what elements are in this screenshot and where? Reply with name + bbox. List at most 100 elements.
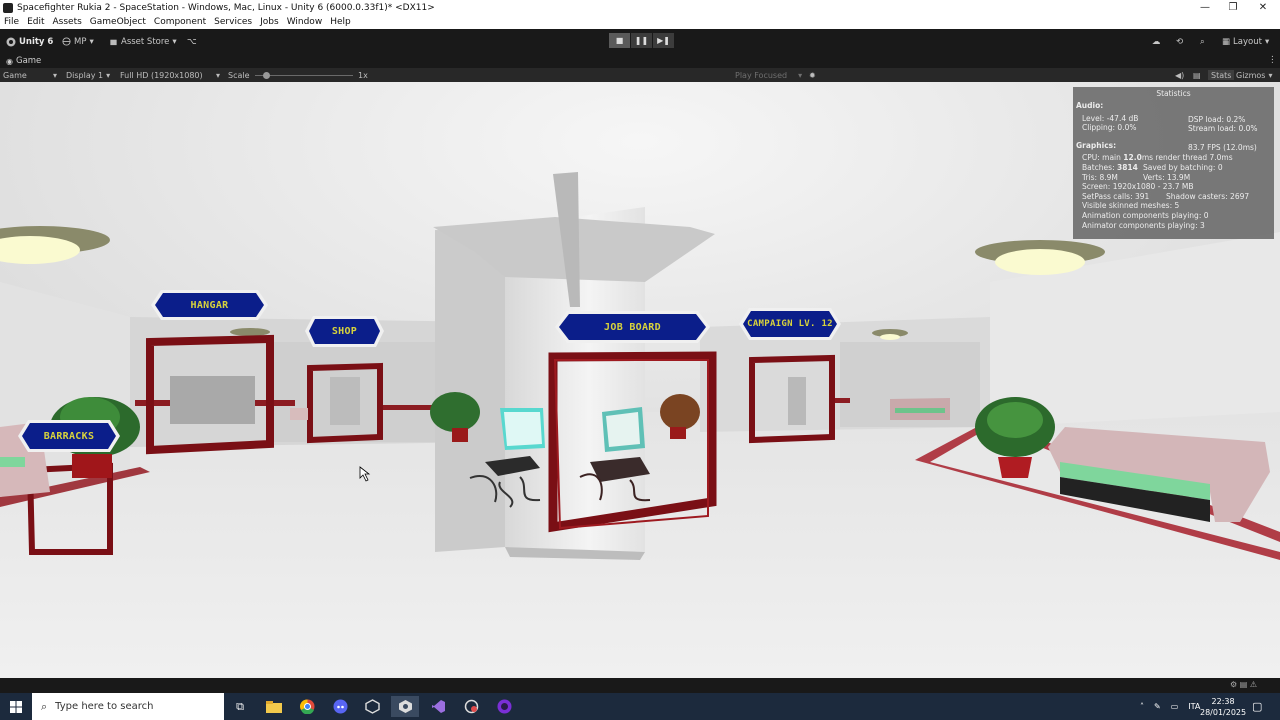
gizmos-toggle[interactable]: Gizmos ▾ bbox=[1236, 70, 1273, 80]
app-circle-icon bbox=[464, 699, 478, 714]
cpu-main: 12.0 bbox=[1123, 153, 1142, 162]
chevron-down-icon: ▾ bbox=[53, 70, 58, 80]
statistics-panel: Statistics Audio: Level: -47.4 dB Clippi… bbox=[1073, 87, 1274, 239]
asset-store-button[interactable]: Asset Store ▾ bbox=[109, 35, 177, 48]
notifications-button[interactable]: ▢ bbox=[1252, 693, 1262, 720]
sign-job-board[interactable]: JOB BOARD bbox=[553, 309, 712, 345]
sign-shop[interactable]: SHOP bbox=[303, 314, 386, 349]
sign-barracks[interactable]: BARRACKS bbox=[16, 418, 122, 454]
chevron-down-icon: ▾ bbox=[1268, 70, 1273, 80]
layout-dropdown[interactable]: ▦ Layout ▾ bbox=[1222, 35, 1269, 48]
visual-studio-button[interactable] bbox=[424, 696, 452, 717]
version-control-button[interactable]: ⌥ bbox=[187, 35, 197, 48]
menu-bar: File Edit Assets GameObject Component Se… bbox=[0, 15, 1280, 29]
layout-icon: ▦ bbox=[1222, 36, 1231, 47]
stop-button[interactable]: ■ bbox=[609, 33, 630, 48]
start-button[interactable] bbox=[2, 696, 30, 717]
menu-window[interactable]: Window bbox=[283, 17, 327, 27]
chevron-down-icon: ▾ bbox=[172, 36, 177, 47]
chevron-down-icon: ▾ bbox=[216, 70, 221, 80]
gamepad-icon: ◉ bbox=[6, 56, 13, 66]
sign-job-board-label: JOB BOARD bbox=[604, 321, 661, 333]
stats-toggle[interactable]: Stats bbox=[1208, 70, 1235, 80]
chevron-down-icon: ▾ bbox=[89, 36, 94, 47]
batches-prefix: Batches: bbox=[1082, 163, 1117, 172]
batches-value: 3814 bbox=[1117, 163, 1138, 172]
scale-slider-thumb[interactable] bbox=[263, 72, 270, 79]
taskbar-search-placeholder: Type here to search bbox=[55, 701, 154, 712]
sign-barracks-label: BARRACKS bbox=[43, 430, 95, 442]
task-view-button[interactable]: ⧉ bbox=[226, 696, 254, 717]
menu-help[interactable]: Help bbox=[326, 17, 355, 27]
cloud-button[interactable]: ☁ bbox=[1152, 35, 1161, 48]
animation-readout: Animation components playing: 0 bbox=[1082, 211, 1209, 220]
tab-menu-button[interactable]: ⋮ bbox=[1268, 55, 1277, 65]
play-focused-dropdown[interactable]: Play Focused ▾ bbox=[735, 70, 802, 80]
sign-hangar[interactable]: HANGAR bbox=[149, 288, 270, 322]
layout-label: Layout bbox=[1233, 36, 1262, 47]
menu-services[interactable]: Services bbox=[210, 17, 256, 27]
pen-icon[interactable]: ✎ bbox=[1154, 702, 1161, 711]
menu-gameobject[interactable]: GameObject bbox=[86, 17, 150, 27]
unity-icon bbox=[398, 700, 412, 713]
globe-icon bbox=[62, 37, 71, 46]
sign-hangar-label: HANGAR bbox=[190, 299, 229, 311]
chevron-down-icon: ▾ bbox=[1264, 36, 1270, 47]
clock-time: 22:38 bbox=[1211, 696, 1235, 706]
menu-component[interactable]: Component bbox=[150, 17, 210, 27]
minimize-button[interactable]: — bbox=[1190, 0, 1220, 15]
bug-icon: ✹ bbox=[809, 70, 816, 80]
menu-edit[interactable]: Edit bbox=[23, 17, 48, 27]
app-button-1[interactable] bbox=[457, 696, 485, 717]
file-explorer-button[interactable] bbox=[260, 696, 288, 717]
search-icon: ⌕ bbox=[41, 699, 48, 713]
clock[interactable]: 22:38 28/01/2025 bbox=[1200, 693, 1246, 720]
resolution-dropdown[interactable]: Full HD (1920x1080) ▾ bbox=[120, 70, 222, 80]
taskbar-search[interactable]: ⌕ Type here to search bbox=[32, 693, 224, 720]
visual-studio-icon bbox=[431, 700, 445, 713]
tab-game-label: Game bbox=[15, 56, 42, 66]
language-indicator[interactable]: ITA bbox=[1188, 702, 1200, 711]
menu-file[interactable]: File bbox=[0, 17, 23, 27]
window-titlebar: Spacefighter Rukia 2 - SpaceStation - Wi… bbox=[0, 0, 1280, 15]
unity-editor-button[interactable] bbox=[391, 696, 419, 717]
pause-button[interactable]: ❚❚ bbox=[631, 33, 652, 48]
folder-icon bbox=[266, 700, 282, 713]
chevron-down-icon: ▾ bbox=[106, 70, 111, 80]
screen-readout: Screen: 1920x1080 - 23.7 MB bbox=[1082, 182, 1194, 191]
debug-button[interactable]: ✹ bbox=[809, 70, 816, 80]
batches-readout: Batches: 3814 bbox=[1082, 163, 1138, 173]
discord-button[interactable] bbox=[326, 696, 354, 717]
keyboard-icon: ▤ bbox=[1193, 70, 1201, 80]
skinned-meshes-readout: Visible skinned meshes: 5 bbox=[1082, 201, 1180, 210]
view-mode-dropdown[interactable]: Game ▾ bbox=[3, 70, 58, 80]
menu-jobs[interactable]: Jobs bbox=[256, 17, 283, 27]
unity-label: Unity 6 bbox=[19, 36, 54, 47]
mp-label: MP bbox=[74, 36, 87, 47]
tab-game[interactable]: ◉ Game bbox=[6, 56, 41, 66]
step-button[interactable]: ▶❚ bbox=[653, 33, 674, 48]
mute-audio-button[interactable]: ◀) bbox=[1175, 70, 1184, 80]
store-bag-icon bbox=[110, 39, 117, 46]
close-button[interactable]: ✕ bbox=[1248, 0, 1278, 15]
search-button[interactable]: ⌕ bbox=[1200, 35, 1205, 48]
history-button[interactable]: ⟲ bbox=[1176, 35, 1183, 48]
keyboard-shortcuts-button[interactable]: ▤ bbox=[1193, 70, 1201, 80]
maximize-button[interactable]: ❐ bbox=[1218, 0, 1248, 15]
game-view-toolbar: Game ▾ Display 1 ▾ Full HD (1920x1080) ▾… bbox=[0, 68, 1280, 82]
network-icon[interactable]: ▭ bbox=[1171, 702, 1179, 711]
cpu-readout: CPU: main 12.0ms render thread 7.0ms bbox=[1082, 153, 1233, 163]
statistics-title: Statistics bbox=[1156, 89, 1191, 98]
unity-account-button[interactable]: Unity 6 bbox=[6, 35, 53, 48]
menu-assets[interactable]: Assets bbox=[49, 17, 86, 27]
window-title: Spacefighter Rukia 2 - SpaceStation - Wi… bbox=[17, 2, 435, 13]
chrome-button[interactable] bbox=[293, 696, 321, 717]
app-button-2[interactable] bbox=[490, 696, 518, 717]
display-dropdown[interactable]: Display 1 ▾ bbox=[66, 70, 110, 80]
chevron-up-icon[interactable]: ˄ bbox=[1140, 702, 1144, 711]
mp-button[interactable]: MP ▾ bbox=[62, 35, 94, 48]
status-icons: ⚙ ▤ ⚠ bbox=[1230, 680, 1257, 689]
unity-hub-button[interactable] bbox=[358, 696, 386, 717]
gizmos-label: Gizmos bbox=[1236, 70, 1266, 80]
sign-campaign[interactable]: CAMPAIGN LV. 12 bbox=[737, 306, 843, 342]
